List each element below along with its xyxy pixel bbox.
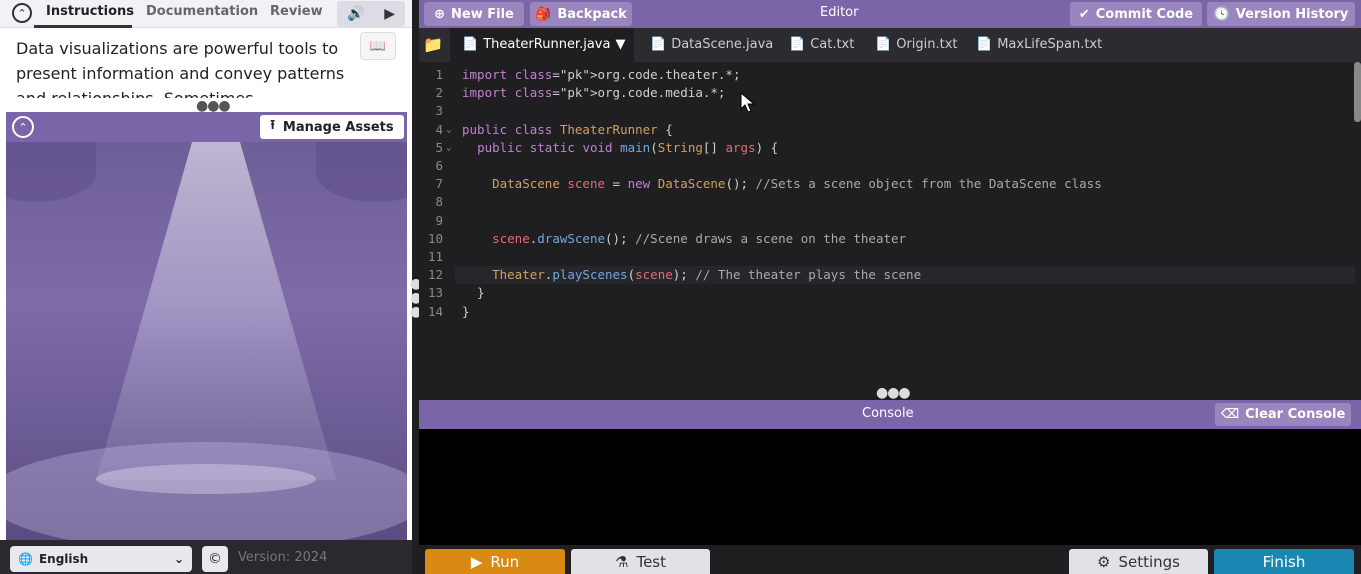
line-number: 7 bbox=[435, 176, 443, 192]
file-icon: 📄 bbox=[875, 37, 892, 52]
globe-icon: 🌐 bbox=[18, 552, 33, 566]
plus-circle-icon: ⊕ bbox=[434, 6, 446, 22]
right-curtain bbox=[316, 142, 407, 202]
speaker-icon[interactable]: 🔊 bbox=[347, 6, 364, 22]
read-aloud-controls: 🔊 ▶ bbox=[337, 1, 405, 27]
file-tab-datascene[interactable]: 📄 DataScene.java bbox=[650, 37, 773, 52]
console-resize-handle-icon[interactable]: ●●● bbox=[876, 385, 911, 401]
collapse-stage-icon[interactable]: ⌃ bbox=[12, 116, 34, 138]
translate-icon[interactable]: 📖 bbox=[360, 32, 396, 60]
file-icon: 📄 bbox=[976, 37, 993, 52]
line-number: 11 bbox=[427, 249, 443, 264]
manage-assets-button[interactable]: ⭱ Manage Assets bbox=[260, 115, 404, 139]
settings-label: Settings bbox=[1118, 552, 1180, 571]
fold-chevron-icon[interactable]: ⌄ bbox=[446, 125, 451, 135]
code-line: public class TheaterRunner { bbox=[462, 121, 673, 137]
code-line: scene.drawScene(); //Scene draws a scene… bbox=[492, 230, 907, 246]
spotlight-circle bbox=[96, 464, 316, 494]
file-tab-label: DataScene.java bbox=[671, 37, 774, 52]
active-tab-underline bbox=[34, 25, 132, 28]
clear-console-label: Clear Console bbox=[1245, 407, 1346, 422]
editor-title: Editor bbox=[820, 5, 859, 20]
copyright-icon[interactable]: © bbox=[202, 546, 228, 572]
line-number: 14 bbox=[427, 303, 443, 319]
code-line: } bbox=[462, 303, 470, 319]
line-number: 12 bbox=[427, 267, 443, 283]
file-tab-label: TheaterRunner.java bbox=[483, 37, 611, 52]
backpack-button[interactable]: 🎒 Backpack bbox=[530, 2, 632, 26]
run-label: Run bbox=[490, 552, 520, 571]
line-number: 8 bbox=[435, 194, 443, 210]
check-circle-icon: ✔ bbox=[1078, 6, 1090, 22]
editor-scrollbar[interactable] bbox=[1354, 62, 1361, 122]
line-number: 5 bbox=[435, 139, 443, 155]
upload-icon: ⭱ bbox=[270, 118, 275, 133]
manage-assets-label: Manage Assets bbox=[282, 119, 394, 135]
file-tab-origin[interactable]: 📄 Origin.txt bbox=[875, 37, 958, 52]
run-button[interactable]: ▶ Run bbox=[425, 549, 565, 574]
commit-code-button[interactable]: ✔ Commit Code bbox=[1070, 2, 1202, 26]
collapse-instructions-icon[interactable]: ⌃ bbox=[12, 3, 32, 23]
tab-instructions[interactable]: Instructions bbox=[46, 4, 134, 19]
file-icon: 📄 bbox=[650, 37, 667, 52]
theater-stage-canvas bbox=[6, 142, 407, 540]
caret-down-icon[interactable]: ▼ bbox=[615, 37, 625, 52]
play-icon[interactable]: ▶ bbox=[384, 6, 395, 22]
file-tab-maxlifespan[interactable]: 📄 MaxLifeSpan.txt bbox=[976, 37, 1102, 52]
new-file-button[interactable]: ⊕ New File bbox=[424, 2, 524, 26]
console-output[interactable] bbox=[419, 429, 1361, 545]
chevron-down-icon: ⌄ bbox=[173, 552, 184, 566]
code-line: public static void main(String[] args) { bbox=[477, 139, 779, 155]
file-icon: 📄 bbox=[462, 37, 479, 52]
line-number: 10 bbox=[427, 230, 443, 246]
test-label: Test bbox=[636, 552, 666, 571]
code-line: DataScene scene = new DataScene(); //Set… bbox=[492, 176, 1102, 192]
line-number: 1 bbox=[435, 67, 443, 82]
version-history-button[interactable]: 🕓 Version History bbox=[1207, 2, 1355, 26]
language-select[interactable]: 🌐 English ⌄ bbox=[10, 546, 192, 572]
code-line: import class="pk">org.code.media.*; bbox=[462, 85, 726, 101]
line-number: 6 bbox=[435, 158, 443, 173]
file-icon: 📄 bbox=[789, 37, 806, 52]
eraser-icon: ⌫ bbox=[1220, 407, 1240, 422]
folder-icon[interactable]: 📁 bbox=[421, 30, 445, 58]
finish-label: Finish bbox=[1262, 552, 1306, 571]
commit-code-label: Commit Code bbox=[1095, 6, 1194, 22]
file-tab-cat[interactable]: 📄 Cat.txt bbox=[789, 37, 854, 52]
fold-chevron-icon[interactable]: ⌄ bbox=[446, 143, 451, 153]
code-line: Theater.playScenes(scene); // The theate… bbox=[492, 267, 922, 283]
line-number: 13 bbox=[427, 285, 443, 301]
version-history-label: Version History bbox=[1235, 6, 1349, 22]
line-number: 2 bbox=[435, 85, 443, 101]
file-tab-label: MaxLifeSpan.txt bbox=[997, 37, 1103, 52]
console-title: Console bbox=[862, 406, 914, 421]
test-button[interactable]: ⚗ Test bbox=[571, 549, 710, 574]
play-icon: ▶ bbox=[470, 552, 483, 571]
line-number: 4 bbox=[435, 121, 443, 137]
code-line: import class="pk">org.code.theater.*; bbox=[462, 67, 741, 82]
line-number: 3 bbox=[435, 103, 443, 119]
tab-review[interactable]: Review bbox=[270, 4, 323, 19]
file-tab-theaterrunner[interactable]: 📄 TheaterRunner.java ▼ bbox=[462, 37, 625, 52]
finish-button[interactable]: Finish bbox=[1214, 549, 1354, 574]
version-text: Version: 2024 bbox=[238, 550, 328, 565]
clock-icon: 🕓 bbox=[1213, 6, 1230, 22]
gear-icon: ⚙ bbox=[1097, 552, 1111, 571]
settings-button[interactable]: ⚙ Settings bbox=[1069, 549, 1208, 574]
line-number: 9 bbox=[435, 212, 443, 228]
new-file-label: New File bbox=[451, 6, 514, 22]
code-editor[interactable]: 1 import class="pk">org.code.theater.*; 2 i… bbox=[419, 62, 1355, 386]
backpack-label: Backpack bbox=[557, 6, 627, 22]
file-tab-label: Origin.txt bbox=[896, 37, 958, 52]
flask-icon: ⚗ bbox=[615, 552, 629, 571]
backpack-icon: 🎒 bbox=[535, 6, 552, 22]
language-value: English bbox=[38, 552, 89, 566]
left-curtain bbox=[6, 142, 96, 202]
tab-documentation[interactable]: Documentation bbox=[146, 4, 258, 19]
file-tab-label: Cat.txt bbox=[810, 37, 855, 52]
clear-console-button[interactable]: ⌫ Clear Console bbox=[1215, 403, 1351, 426]
instructions-text: Data visualizations are powerful tools t… bbox=[16, 39, 345, 98]
code-line: } bbox=[462, 285, 485, 301]
